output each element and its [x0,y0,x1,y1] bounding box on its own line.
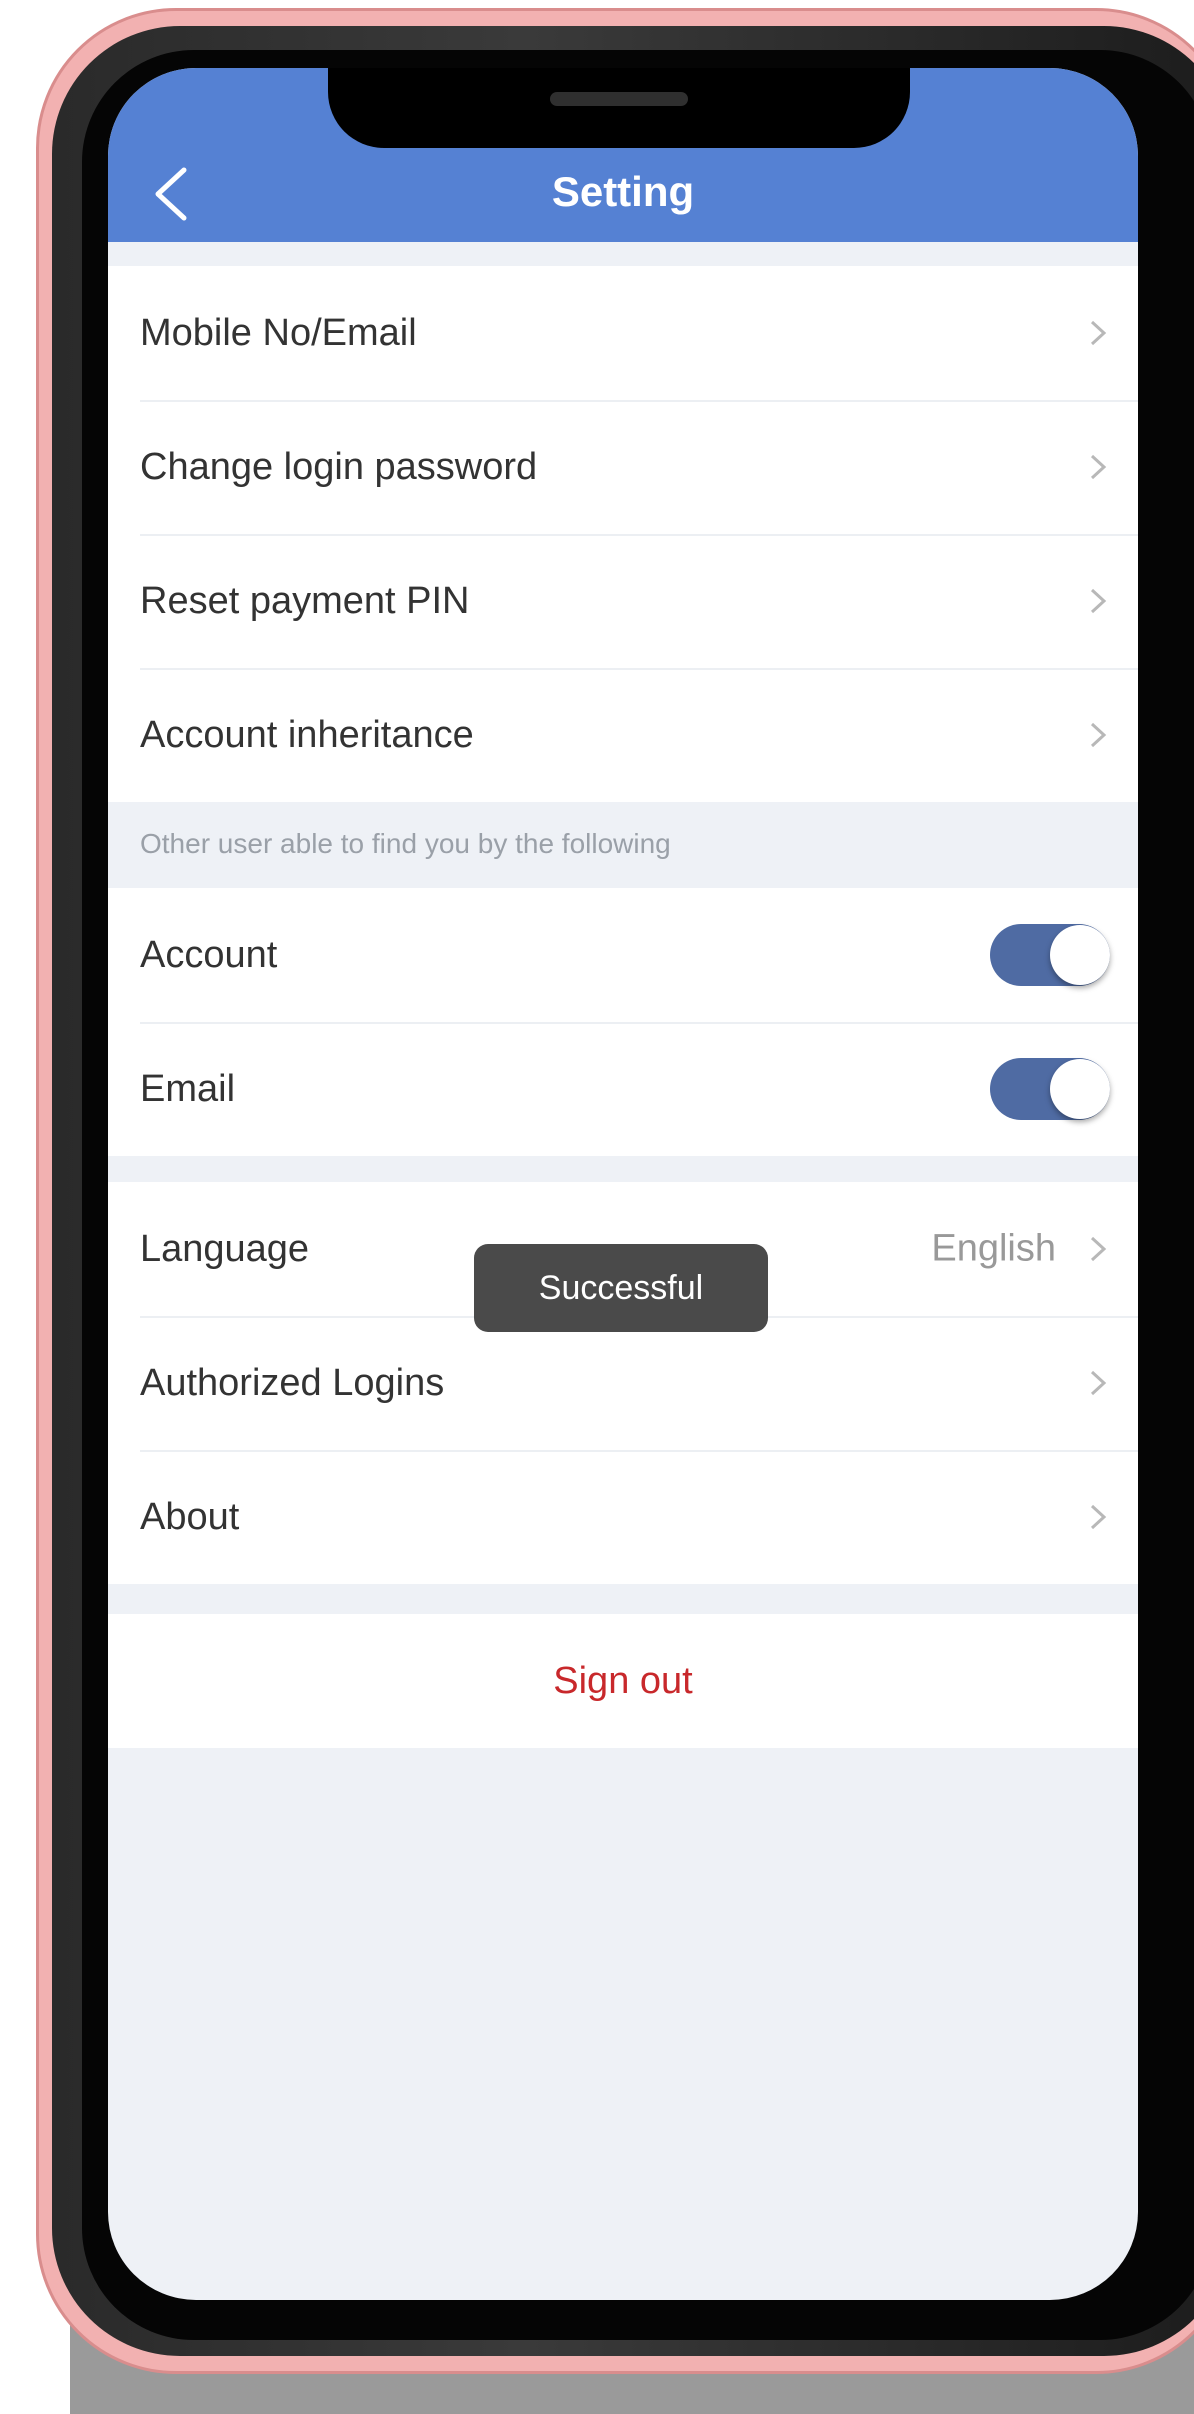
chevron-right-icon [1090,1370,1107,1396]
settings-row-about[interactable]: About [108,1450,1138,1584]
language-value: English [931,1227,1056,1270]
chevron-right-icon [1090,454,1107,480]
find-by-email-toggle[interactable] [990,1058,1110,1120]
success-toast: Successful [474,1244,768,1332]
toggle-knob [1050,1059,1110,1119]
sign-out-label: Sign out [553,1659,693,1702]
settings-row-reset-pin[interactable]: Reset payment PIN [108,534,1138,668]
find-by-account-toggle[interactable] [990,924,1110,986]
settings-row-find-by-email: Email [108,1022,1138,1156]
chevron-right-icon [1090,1504,1107,1530]
row-label: About [140,1495,240,1538]
settings-row-find-by-account: Account [108,888,1138,1022]
settings-row-authorized-logins[interactable]: Authorized Logins [108,1316,1138,1450]
find-me-caption: Other user able to find you by the follo… [140,828,671,859]
settings-row-change-password[interactable]: Change login password [108,400,1138,534]
row-label: Reset payment PIN [140,579,470,622]
row-label: Authorized Logins [140,1361,445,1404]
sign-out-button[interactable]: Sign out [108,1614,1138,1748]
page-title: Setting [551,168,695,215]
find-me-group: Account Email [108,888,1138,1156]
chevron-right-icon [1090,588,1107,614]
row-label: Email [140,1067,236,1110]
settings-screen: Setting Mobile No/Email Change login pas… [108,68,1138,2300]
general-settings-group: Language English Authorized Logins About [108,1182,1138,1584]
row-label: Account [140,933,278,976]
speaker-grille [550,92,688,106]
row-label: Mobile No/Email [140,311,417,354]
row-label: Language [140,1227,310,1270]
phone-notch [328,68,910,148]
chevron-right-icon [1090,722,1107,748]
settings-row-account-inheritance[interactable]: Account inheritance [108,668,1138,802]
row-label: Account inheritance [140,713,474,756]
settings-row-mobile-email[interactable]: Mobile No/Email [108,266,1138,400]
chevron-right-icon [1090,320,1107,346]
row-label: Change login password [140,445,538,488]
toast-message: Successful [538,1268,704,1307]
chevron-right-icon [1090,1236,1107,1262]
toggle-knob [1050,925,1110,985]
account-settings-group: Mobile No/Email Change login password Re… [108,266,1138,802]
